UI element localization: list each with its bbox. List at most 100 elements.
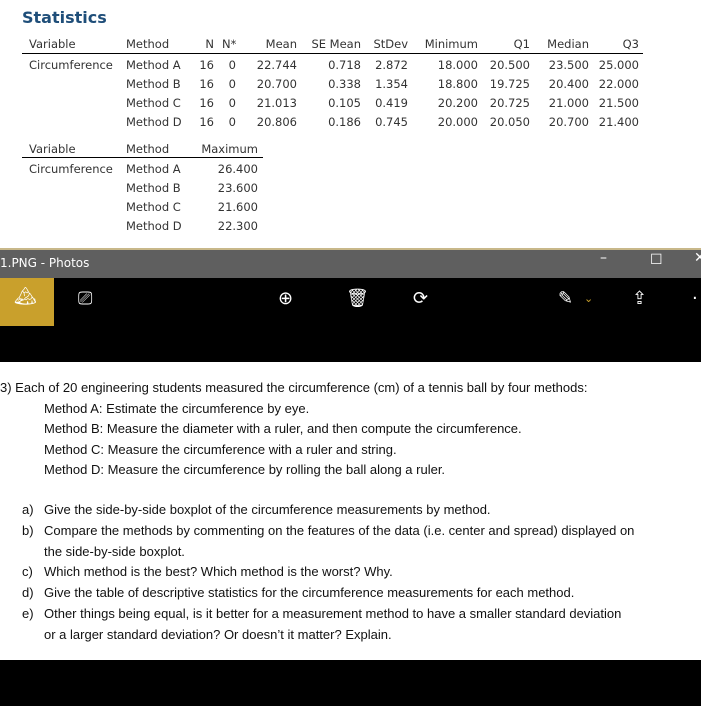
table-cell: 16 (199, 96, 214, 110)
question-text: Other things being equal, is it better f… (44, 606, 622, 621)
column-header: Variable (29, 37, 76, 51)
window-title: 1.PNG - Photos (0, 256, 90, 270)
more-icon[interactable]: · (692, 288, 698, 309)
table-cell: 20.700 (256, 77, 297, 91)
question-text: Which method is the best? Which method i… (44, 564, 393, 580)
table-cell: 18.800 (437, 77, 478, 91)
table-cell: 20.700 (548, 115, 589, 129)
table-cell: Method C (126, 200, 181, 214)
method-line: Method C: Measure the circumference with… (44, 441, 397, 457)
variable-cell: Circumference (29, 162, 113, 176)
document-image: 3) Each of 20 engineering students measu… (0, 362, 701, 660)
table-cell: 21.600 (217, 200, 258, 214)
table-cell: 25.000 (598, 58, 639, 72)
column-header: Median (547, 37, 589, 51)
share-icon[interactable]: ⇪ (632, 288, 647, 309)
table-cell: 23.600 (217, 181, 258, 195)
column-header: StDev (373, 37, 408, 51)
question-text: Give the side-by-side boxplot of the cir… (44, 502, 491, 517)
table-cell: 16 (199, 77, 214, 91)
question-text: or a larger standard deviation? Or doesn… (44, 626, 392, 642)
table-cell: 21.400 (598, 115, 639, 129)
table-cell: 0 (228, 115, 236, 129)
question-label: c) (22, 564, 33, 580)
window-titlebar: 1.PNG - Photos – ☐ ✕ (0, 248, 701, 278)
table-cell: 16 (199, 115, 214, 129)
divider (22, 53, 643, 54)
table-cell: Method C (126, 96, 181, 110)
table-cell: 0.186 (328, 115, 361, 129)
table-cell: 2.872 (375, 58, 408, 72)
statistics-title: Statistics (22, 8, 107, 27)
table-cell: 20.500 (489, 58, 530, 72)
table-cell: 0 (228, 77, 236, 91)
table-cell: 22.000 (598, 77, 639, 91)
table-cell: 23.500 (548, 58, 589, 72)
method-line: Method B: Measure the diameter with a ru… (44, 421, 522, 436)
question-text: the side-by-side boxplot. (44, 543, 185, 559)
table-cell: 16 (199, 58, 214, 72)
table-cell: 22.300 (217, 219, 258, 233)
table-cell: 21.500 (598, 96, 639, 110)
edit-icon[interactable]: ✎ (558, 288, 573, 309)
slideshow-icon[interactable]: ⎚ (78, 288, 92, 309)
table-cell: 0.419 (375, 96, 408, 110)
column-header: Q1 (513, 37, 530, 51)
zoom-in-icon[interactable]: ⊕ (278, 288, 293, 309)
minimize-button[interactable]: – (600, 250, 607, 266)
table-cell: 20.050 (489, 115, 530, 129)
maximize-button[interactable]: ☐ (650, 252, 663, 268)
table-cell: 22.744 (256, 58, 297, 72)
close-button[interactable]: ✕ (694, 250, 701, 266)
column-header: SE Mean (311, 37, 361, 51)
collection-button[interactable]: 🏔 (0, 278, 54, 326)
image-icon: 🏔 (14, 286, 37, 307)
table-cell: 20.200 (437, 96, 478, 110)
question-text: Compare the methods by commenting on the… (44, 522, 635, 538)
delete-icon[interactable]: 🗑 (346, 288, 369, 309)
column-header: Minimum (424, 37, 478, 51)
table-cell: 19.725 (489, 77, 530, 91)
method-line: Method D: Measure the circumference by r… (44, 462, 446, 477)
rotate-icon[interactable]: ⟳ (413, 288, 428, 309)
column-header: Q3 (622, 37, 639, 51)
column-header: Variable (29, 142, 76, 156)
question-label: b) (22, 522, 34, 538)
variable-cell: Circumference (29, 58, 113, 72)
statistics-output: Statistics Variable Method N N* Mean SE Mean S… (0, 0, 701, 248)
photos-toolbar: 🏔 ⎚ ⊕ 🗑 ⟳ ✎ ⌄ ⇪ · (0, 278, 701, 362)
column-header: Maximum (201, 142, 258, 156)
table-cell: 21.013 (256, 96, 297, 110)
question-label: d) (22, 585, 34, 601)
question-label: e) (22, 606, 34, 621)
table-cell: 0 (228, 96, 236, 110)
table-cell: Method D (126, 219, 182, 233)
table-cell: 1.354 (375, 77, 408, 91)
chevron-down-icon[interactable]: ⌄ (584, 292, 593, 305)
table-cell: 20.806 (256, 115, 297, 129)
table-cell: Method D (126, 115, 182, 129)
table-cell: 18.000 (437, 58, 478, 72)
column-header: Mean (265, 37, 297, 51)
problem-line: 3) Each of 20 engineering students measu… (0, 380, 588, 395)
table-cell: Method B (126, 181, 181, 195)
method-line: Method A: Estimate the circumference by … (44, 400, 310, 416)
table-cell: Method B (126, 77, 181, 91)
table-cell: 0.718 (328, 58, 361, 72)
table-cell: 21.000 (548, 96, 589, 110)
column-header: Method (126, 37, 170, 51)
bottom-bar (0, 660, 701, 706)
table-cell: 0 (228, 58, 236, 72)
table-cell: 0.338 (328, 77, 361, 91)
table-cell: 20.725 (489, 96, 530, 110)
divider (22, 157, 263, 158)
table-cell: Method A (126, 162, 181, 176)
table-cell: 0.105 (328, 96, 361, 110)
table-cell: 20.000 (437, 115, 478, 129)
question-label: a) (22, 502, 34, 517)
column-header: N (205, 37, 214, 51)
table-cell: Method A (126, 58, 181, 72)
table-cell: 20.400 (548, 77, 589, 91)
table-cell: 0.745 (375, 115, 408, 129)
question-text: Give the table of descriptive statistics… (44, 585, 575, 601)
